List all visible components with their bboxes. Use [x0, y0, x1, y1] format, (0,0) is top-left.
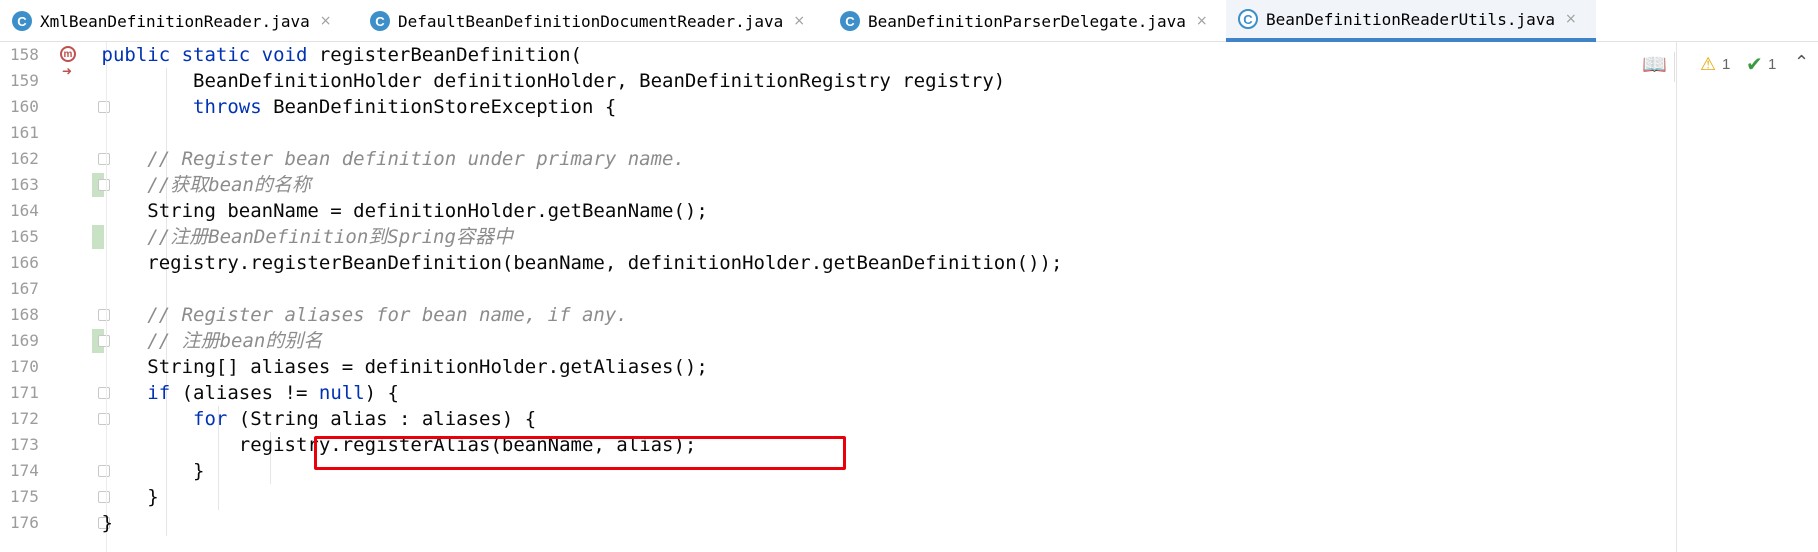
code-line-166[interactable]: registry.registerBeanDefinition(beanName…: [10, 250, 1680, 276]
code-line-170[interactable]: String[] aliases = definitionHolder.getA…: [10, 354, 1680, 380]
close-icon[interactable]: ×: [1565, 11, 1577, 27]
tab-bean-definition-reader-utils[interactable]: C BeanDefinitionReaderUtils.java ×: [1226, 0, 1596, 42]
keyword: for: [193, 408, 228, 430]
warning-icon[interactable]: ⚠: [1700, 54, 1716, 75]
chevron-up-icon[interactable]: ⌃: [1794, 52, 1809, 73]
code-text: (String alias : aliases) {: [227, 408, 537, 430]
code-editor[interactable]: 158 159 160 161 162 163 164 165 166 167 …: [0, 42, 1818, 552]
weak-warning-count[interactable]: 1: [1768, 56, 1776, 73]
code-text: }: [147, 486, 159, 508]
code-comment: //注册BeanDefinition到Spring容器中: [147, 226, 513, 248]
keyword: throws: [193, 96, 262, 118]
code-text: (aliases !=: [170, 382, 319, 404]
keyword: null: [318, 382, 365, 404]
tab-label: XmlBeanDefinitionReader.java: [40, 11, 310, 31]
reader-mode-icon[interactable]: 📖: [1642, 52, 1667, 76]
java-class-icon: C: [1238, 9, 1258, 29]
code-line-163[interactable]: //获取bean的名称: [10, 172, 1680, 198]
line-number: 167: [10, 279, 39, 298]
code-line-168[interactable]: // Register aliases for bean name, if an…: [10, 302, 1680, 328]
right-margin-guide: [1676, 42, 1677, 552]
code-text: BeanDefinitionStoreException {: [261, 96, 617, 118]
code-text: registry.registerBeanDefinition(beanName…: [147, 252, 1063, 274]
code-comment: // 注册bean的别名: [147, 330, 323, 352]
weak-warning-check-icon[interactable]: ✔: [1746, 52, 1763, 76]
code-text: String beanName = definitionHolder.getBe…: [147, 200, 708, 222]
close-icon[interactable]: ×: [793, 13, 805, 29]
java-class-icon: C: [840, 11, 860, 31]
line-number: 161: [10, 123, 39, 142]
code-line-160[interactable]: throws BeanDefinitionStoreException {: [10, 94, 1680, 120]
code-text: }: [193, 460, 205, 482]
code-text: ) {: [364, 382, 399, 404]
code-line-162[interactable]: // Register bean definition under primar…: [10, 146, 1680, 172]
editor-tab-bar: C XmlBeanDefinitionReader.java × C Defau…: [0, 0, 1818, 42]
highlight-annotation-box: [314, 436, 846, 470]
close-icon[interactable]: ×: [1196, 13, 1208, 29]
code-text: String[] aliases = definitionHolder.getA…: [147, 356, 708, 378]
code-line-171[interactable]: if (aliases != null) {: [10, 380, 1680, 406]
code-line-176[interactable]: }: [10, 510, 1680, 536]
tab-label: DefaultBeanDefinitionDocumentReader.java: [398, 11, 784, 31]
code-line-158[interactable]: public static void registerBeanDefinitio…: [10, 42, 1680, 68]
code-line-164[interactable]: String beanName = definitionHolder.getBe…: [10, 198, 1680, 224]
code-text: registerBeanDefinition(: [307, 44, 582, 66]
close-icon[interactable]: ×: [320, 13, 332, 29]
code-line-172[interactable]: for (String alias : aliases) {: [10, 406, 1680, 432]
code-line-159[interactable]: BeanDefinitionHolder definitionHolder, B…: [10, 68, 1680, 94]
code-line-165[interactable]: //注册BeanDefinition到Spring容器中: [10, 224, 1680, 250]
tab-label: BeanDefinitionParserDelegate.java: [868, 11, 1186, 31]
code-line-169[interactable]: // 注册bean的别名: [10, 328, 1680, 354]
tab-label: BeanDefinitionReaderUtils.java: [1266, 9, 1555, 29]
keyword: if: [147, 382, 171, 404]
code-comment: // Register aliases for bean name, if an…: [147, 304, 628, 326]
tab-bean-definition-parser-delegate[interactable]: C BeanDefinitionParserDelegate.java ×: [828, 0, 1226, 42]
java-class-icon: C: [370, 11, 390, 31]
tab-xml-bean-definition-reader[interactable]: C XmlBeanDefinitionReader.java ×: [0, 0, 358, 42]
warning-count[interactable]: 1: [1722, 56, 1730, 73]
code-text: }: [101, 512, 113, 534]
widget-divider: [1674, 52, 1675, 82]
keyword: public static void: [101, 44, 308, 66]
code-line-175[interactable]: }: [10, 484, 1680, 510]
java-class-icon: C: [12, 11, 32, 31]
code-comment: // Register bean definition under primar…: [147, 148, 685, 170]
code-comment: //获取bean的名称: [147, 174, 311, 196]
tab-default-bean-definition-document-reader[interactable]: C DefaultBeanDefinitionDocumentReader.ja…: [358, 0, 828, 42]
code-text: BeanDefinitionHolder definitionHolder, B…: [193, 70, 1006, 92]
